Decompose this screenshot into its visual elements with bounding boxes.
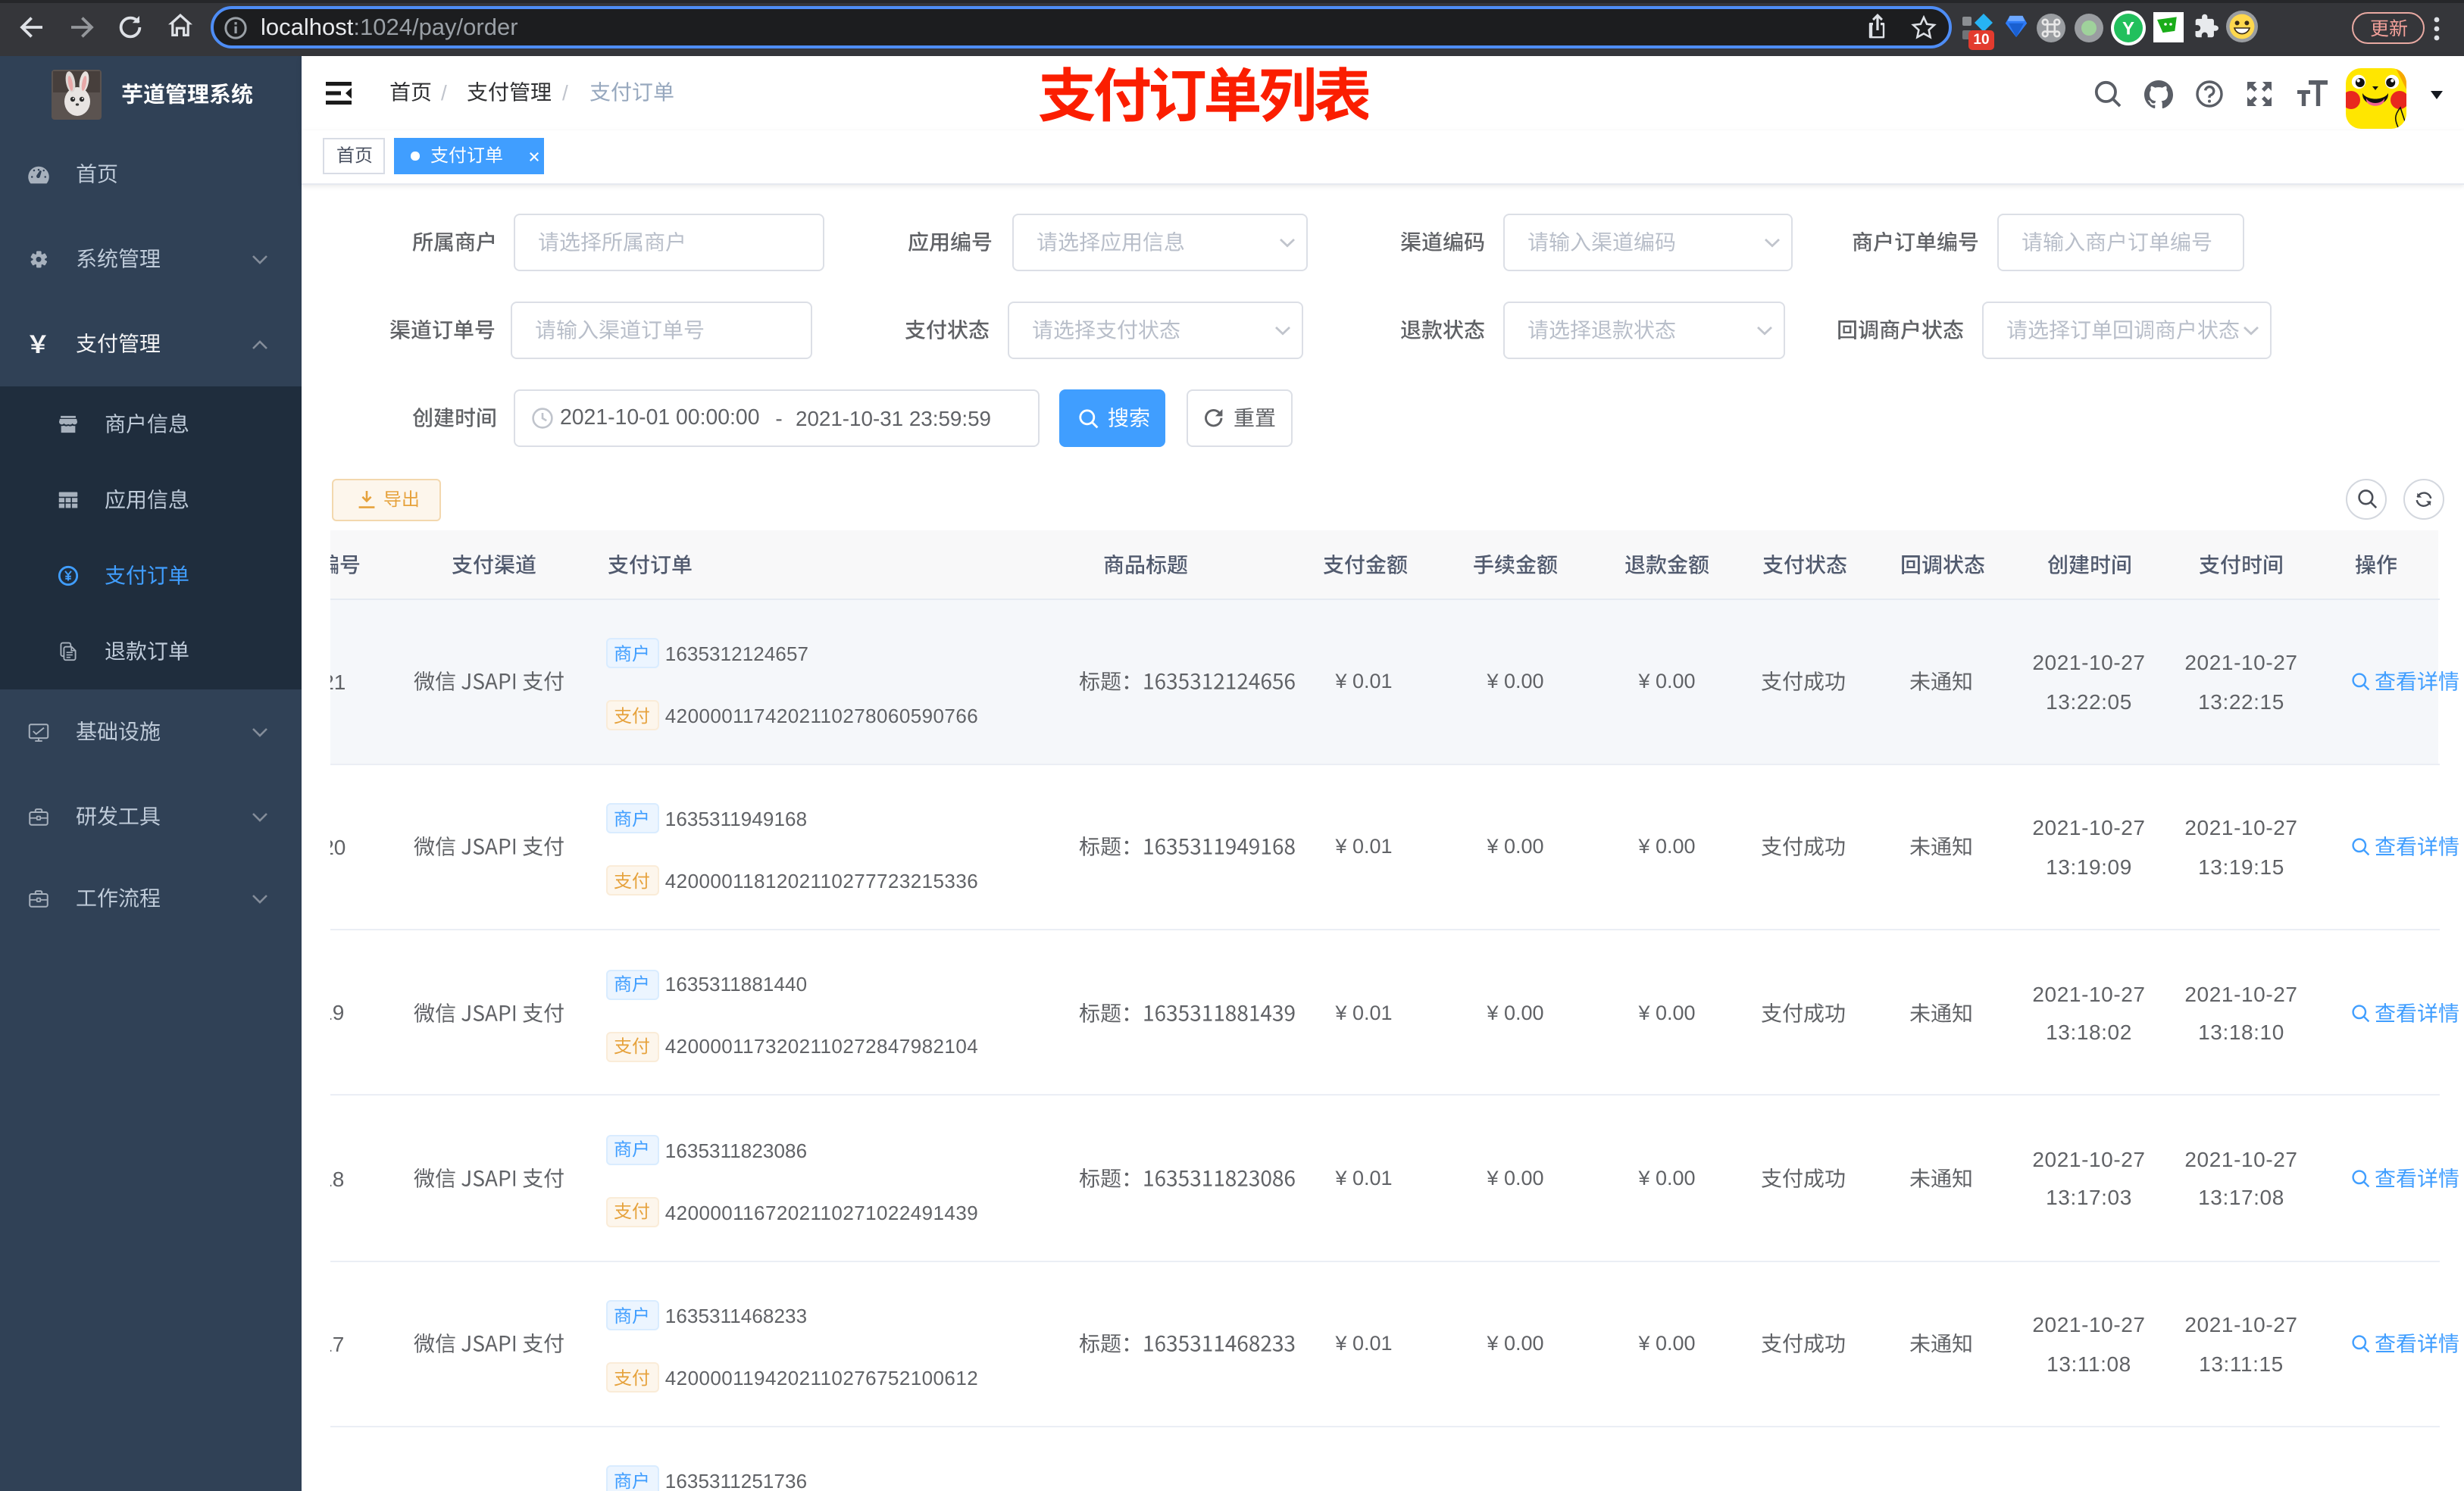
- svg-text:Y: Y: [2122, 18, 2134, 39]
